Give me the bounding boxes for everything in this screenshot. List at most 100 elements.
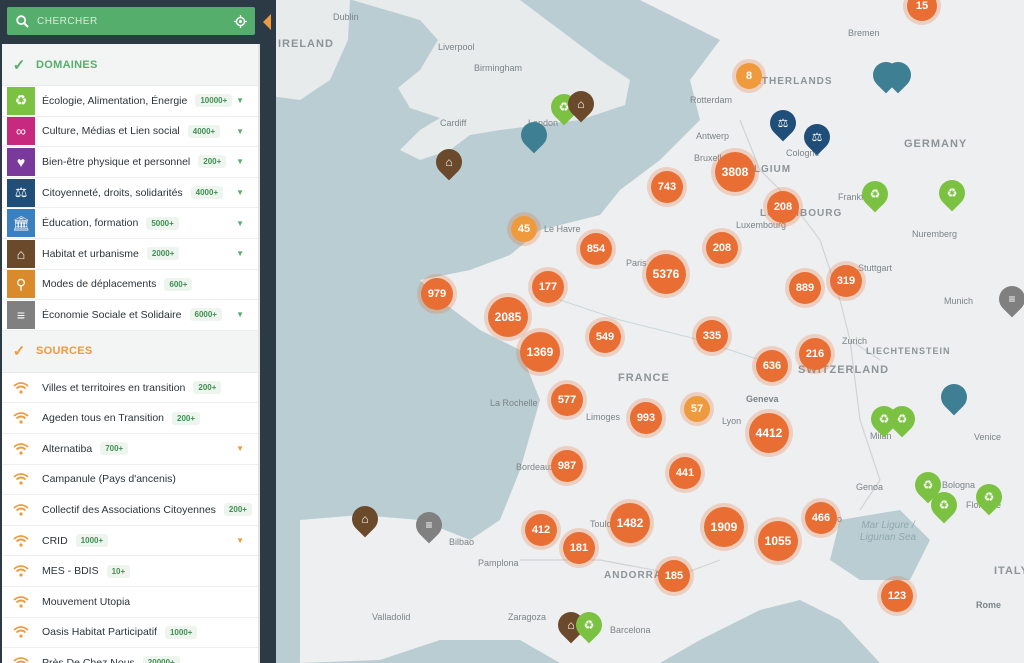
source-item[interactable]: CRID 1000+ ▼ bbox=[2, 525, 258, 557]
chevron-down-icon[interactable]: ▼ bbox=[236, 536, 244, 545]
map-pin-recycle[interactable]: ♻ bbox=[856, 175, 894, 213]
map-cluster[interactable]: 177 bbox=[532, 271, 564, 303]
source-item[interactable]: Villes et territoires en transition 200+ bbox=[2, 372, 258, 404]
chevron-down-icon[interactable]: ▼ bbox=[236, 127, 244, 136]
check-icon[interactable]: ✓ bbox=[2, 342, 36, 360]
map-cluster[interactable]: 123 bbox=[881, 580, 913, 612]
source-item[interactable]: Collectif des Associations Citoyennes 200… bbox=[2, 495, 258, 526]
map-pin-recycle[interactable]: ♻ bbox=[933, 174, 971, 212]
chevron-down-icon[interactable]: ▼ bbox=[236, 444, 244, 453]
count-badge: 4000+ bbox=[187, 124, 221, 138]
domain-label: Éducation, formation bbox=[42, 217, 139, 230]
country-label: ITALY bbox=[994, 565, 1024, 577]
map-cluster[interactable]: 1909 bbox=[704, 507, 744, 547]
map-cluster[interactable]: 577 bbox=[551, 384, 583, 416]
map-pin-blank[interactable] bbox=[935, 378, 973, 416]
chevron-down-icon[interactable]: ▼ bbox=[236, 157, 244, 166]
count-badge: 1000+ bbox=[164, 625, 198, 639]
check-icon[interactable]: ✓ bbox=[2, 56, 36, 74]
collapse-panel-icon[interactable] bbox=[262, 14, 272, 30]
chevron-down-icon[interactable]: ▼ bbox=[236, 310, 244, 319]
map-pin-recycle[interactable]: ♻ bbox=[570, 606, 608, 644]
map-cluster[interactable]: 1482 bbox=[610, 503, 650, 543]
map-cluster[interactable]: 636 bbox=[756, 350, 788, 382]
source-item[interactable]: Oasis Habitat Participatif 1000+ bbox=[2, 617, 258, 649]
search-input[interactable] bbox=[37, 15, 225, 27]
chevron-down-icon[interactable]: ▼ bbox=[236, 188, 244, 197]
locate-icon[interactable] bbox=[225, 14, 255, 28]
country-label: ANDORRA bbox=[604, 570, 663, 581]
map-cluster[interactable]: 1055 bbox=[758, 521, 798, 561]
map-cluster[interactable]: 57 bbox=[684, 396, 710, 422]
map-cluster[interactable]: 441 bbox=[669, 457, 701, 489]
map-cluster[interactable]: 208 bbox=[706, 232, 738, 264]
map-cluster[interactable]: 854 bbox=[580, 233, 612, 265]
map-pin-house[interactable]: ⌂ bbox=[562, 85, 600, 123]
map-cluster[interactable]: 1369 bbox=[520, 332, 560, 372]
place-label: Stuttgart bbox=[858, 263, 893, 273]
map-pin-blank[interactable] bbox=[879, 56, 917, 94]
map-cluster[interactable]: 412 bbox=[525, 514, 557, 546]
map-cluster[interactable]: 45 bbox=[511, 216, 537, 242]
map-cluster[interactable]: 889 bbox=[789, 272, 821, 304]
map-cluster[interactable]: 216 bbox=[799, 338, 831, 370]
source-item[interactable]: Campanule (Pays d'ancenis) bbox=[2, 464, 258, 496]
map-pin-scales[interactable]: ⚖ bbox=[764, 104, 802, 142]
count-badge: 4000+ bbox=[190, 186, 224, 200]
chevron-down-icon[interactable]: ▼ bbox=[236, 96, 244, 105]
map-cluster[interactable]: 549 bbox=[589, 321, 621, 353]
domain-item[interactable]: ⚖ Citoyenneté, droits, solidarités 4000+ ▼ bbox=[2, 177, 258, 209]
map-pin-house[interactable]: ⌂ bbox=[430, 143, 468, 181]
domain-item[interactable]: 🏛 Éducation, formation 5000+ ▼ bbox=[2, 208, 258, 239]
domain-item[interactable]: ⚲ Modes de déplacements 600+ bbox=[2, 269, 258, 301]
map-pin-recycle[interactable]: ♻ bbox=[970, 478, 1008, 516]
domain-item[interactable]: ∞ Culture, Médias et Lien social 4000+ ▼ bbox=[2, 116, 258, 148]
chevron-down-icon[interactable]: ▼ bbox=[236, 249, 244, 258]
map-pin-recycle[interactable]: ♻ bbox=[925, 486, 963, 524]
map-cluster[interactable]: 8 bbox=[736, 63, 762, 89]
map-cluster[interactable]: 4412 bbox=[749, 413, 789, 453]
place-label: Rotterdam bbox=[690, 95, 733, 105]
source-item[interactable]: Alternatiba 700+ ▼ bbox=[2, 433, 258, 465]
map-pin-coins[interactable]: ≡ bbox=[410, 506, 448, 544]
map-cluster[interactable]: 2085 bbox=[488, 297, 528, 337]
domain-label: Citoyenneté, droits, solidarités bbox=[42, 186, 183, 199]
map-cluster[interactable]: 993 bbox=[630, 402, 662, 434]
source-label: Oasis Habitat Participatif bbox=[42, 626, 157, 639]
domain-item[interactable]: ⌂ Habitat et urbanisme 2000+ ▼ bbox=[2, 238, 258, 270]
chevron-down-icon[interactable]: ▼ bbox=[236, 219, 244, 228]
map-cluster[interactable]: 743 bbox=[651, 171, 683, 203]
sources-header[interactable]: ✓ SOURCES bbox=[2, 330, 258, 373]
map-cluster[interactable]: 335 bbox=[696, 320, 728, 352]
domains-header[interactable]: ✓ DOMAINES bbox=[2, 44, 258, 86]
map-pin-coins[interactable]: ≡ bbox=[993, 280, 1024, 318]
domain-item[interactable]: ♥ Bien-être physique et personnel 200+ ▼ bbox=[2, 147, 258, 178]
map-cluster[interactable]: 466 bbox=[805, 502, 837, 534]
domain-item[interactable]: ♻ Écologie, Alimentation, Énergie 10000+ ▼ bbox=[2, 86, 258, 117]
recycle-icon: ♻ bbox=[938, 498, 950, 512]
map-pin-house[interactable]: ⌂ bbox=[346, 500, 384, 538]
search-icon[interactable] bbox=[7, 14, 37, 28]
map-pin-blank[interactable] bbox=[515, 116, 553, 154]
map-cluster[interactable]: 5376 bbox=[646, 254, 686, 294]
map-cluster[interactable]: 3808 bbox=[715, 152, 755, 192]
source-item[interactable]: Près De Chez Nous 20000+ bbox=[2, 648, 258, 663]
source-label: Près De Chez Nous bbox=[42, 656, 135, 663]
map-cluster[interactable]: 185 bbox=[658, 560, 690, 592]
domain-list: ♻ Écologie, Alimentation, Énergie 10000+ ▼ ∞… bbox=[2, 86, 258, 331]
domain-item[interactable]: ≡ Économie Sociale et Solidaire 6000+ ▼ bbox=[2, 300, 258, 331]
map-pin-scales[interactable]: ⚖ bbox=[798, 118, 836, 156]
source-item[interactable]: MES - BDIS 10+ bbox=[2, 556, 258, 587]
count-badge: 200+ bbox=[223, 503, 252, 517]
map-cluster[interactable]: 987 bbox=[551, 450, 583, 482]
source-item[interactable]: Ageden tous en Transition 200+ bbox=[2, 403, 258, 434]
map-cluster[interactable]: 181 bbox=[563, 532, 595, 564]
map-cluster[interactable]: 979 bbox=[421, 278, 453, 310]
place-label: Bologna bbox=[942, 480, 976, 490]
wifi-icon bbox=[7, 592, 35, 612]
map-pin-recycle[interactable]: ♻ bbox=[883, 400, 921, 438]
map-cluster[interactable]: 208 bbox=[767, 191, 799, 223]
source-item[interactable]: Mouvement Utopia bbox=[2, 586, 258, 618]
domains-title: DOMAINES bbox=[36, 58, 98, 71]
map-cluster[interactable]: 319 bbox=[830, 265, 862, 297]
